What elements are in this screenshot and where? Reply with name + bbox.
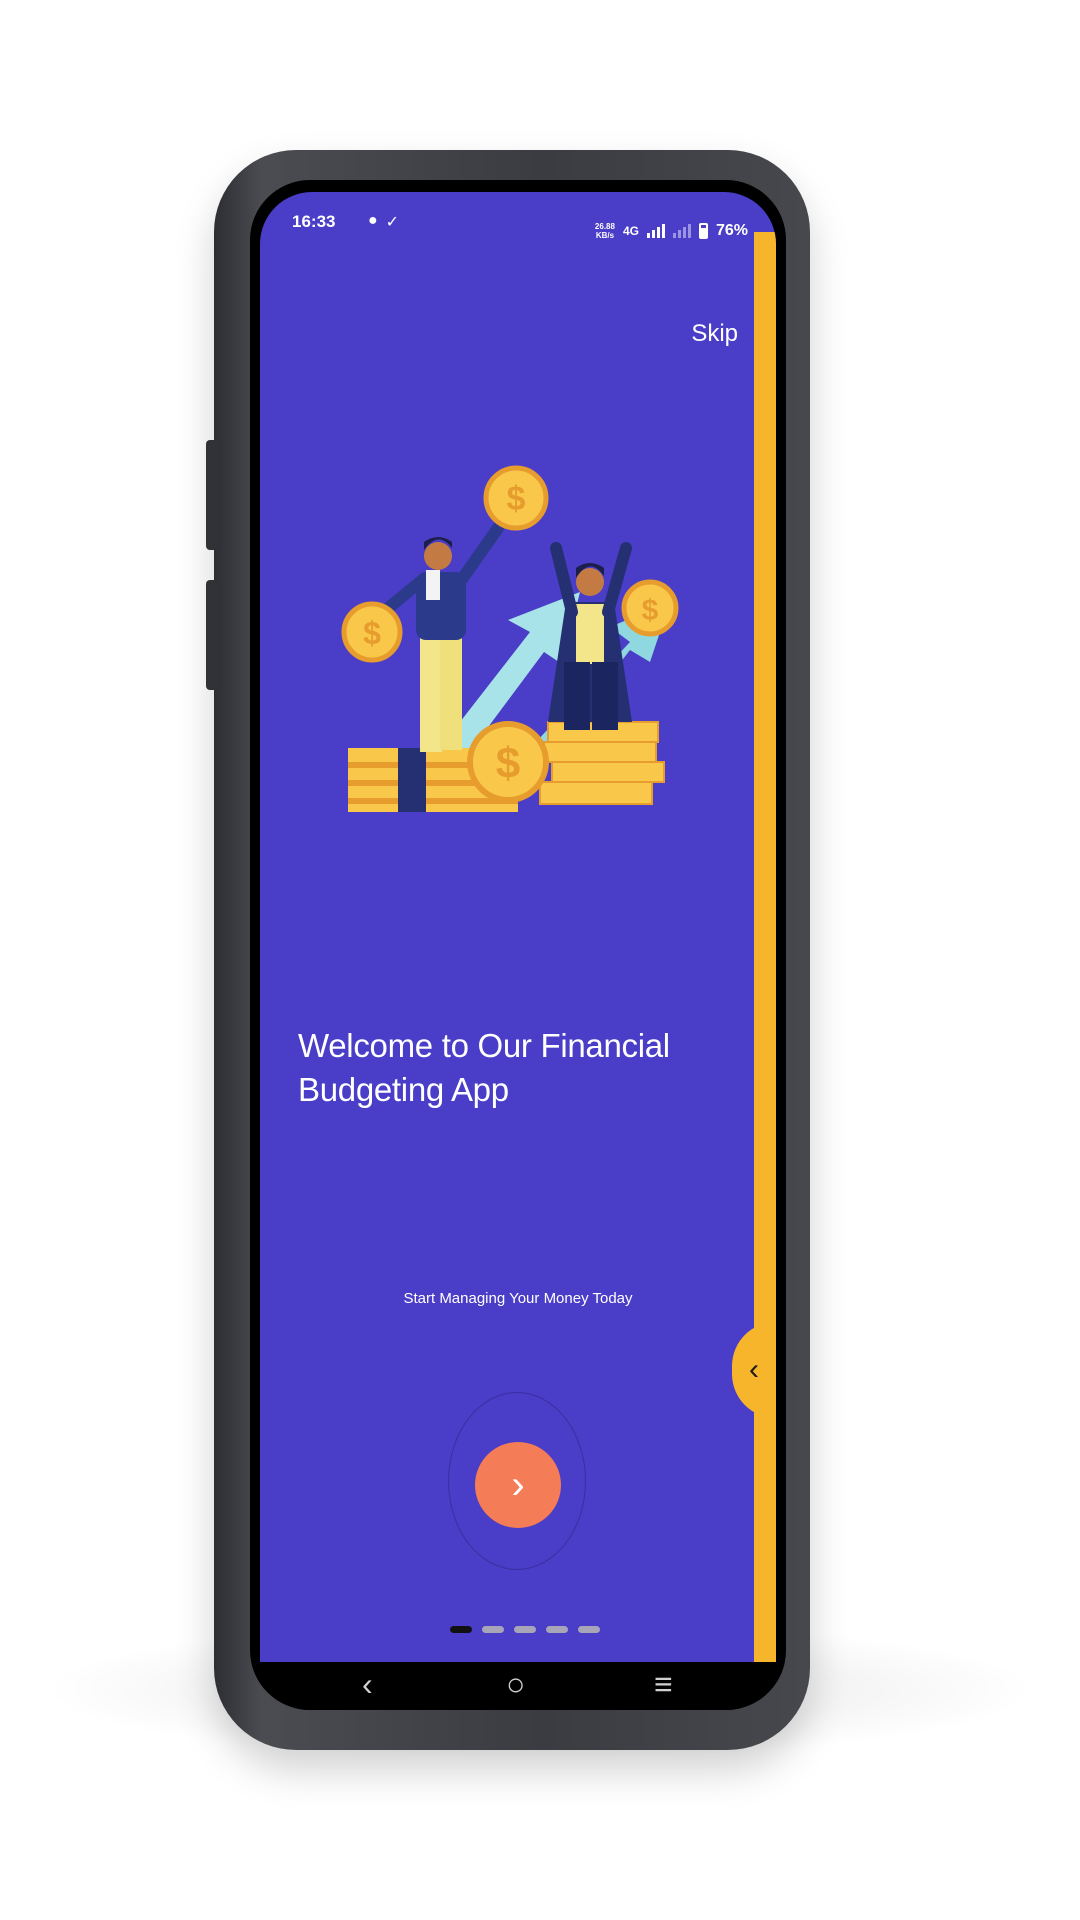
coin-right-symbol: $ [642, 594, 659, 627]
phone-frame: 16:33 ● ✓ 26.88 KB/s 4G 76% Skip $ $ $ $… [206, 150, 810, 1750]
welcome-subtitle: Start Managing Your Money Today [403, 1290, 633, 1307]
next-button[interactable]: › [475, 1442, 561, 1528]
accent-strip [754, 232, 776, 1662]
page-dot-1[interactable] [450, 1626, 472, 1633]
person-right [548, 542, 632, 730]
data-speed-unit: KB/s [595, 231, 615, 240]
signal-strength-icon [646, 224, 665, 238]
volume-down-button [206, 580, 218, 690]
signal-strength-sim2-icon [672, 224, 691, 238]
coin-right: $ [621, 579, 679, 637]
coin-left: $ [341, 601, 403, 663]
back-icon[interactable]: ‹ [362, 1666, 373, 1703]
recents-icon[interactable]: ≡ [654, 1666, 673, 1703]
onboarding-screen: 16:33 ● ✓ 26.88 KB/s 4G 76% Skip $ $ $ $… [260, 192, 776, 1662]
data-speed-value: 26.88 [594, 222, 615, 231]
download-check-icon: ✓ [385, 214, 400, 231]
welcome-title: Welcome to Our Financial Budgeting App [298, 1024, 718, 1112]
coin-top-symbol: $ [507, 480, 526, 518]
skip-button[interactable]: Skip [691, 320, 738, 348]
status-bar: 16:33 ● ✓ 26.88 KB/s 4G 76% [260, 192, 776, 262]
chevron-right-icon: › [511, 1462, 525, 1507]
chevron-left-icon: ‹ [749, 1353, 759, 1386]
page-indicator [450, 1626, 600, 1633]
chat-bubble-icon: ● [368, 212, 378, 229]
mockup-stage: 16:33 ● ✓ 26.88 KB/s 4G 76% Skip $ $ $ $… [0, 0, 1080, 1920]
data-speed: 26.88 KB/s [595, 222, 615, 240]
page-dot-4[interactable] [546, 1626, 568, 1633]
coin-top: $ [483, 465, 549, 531]
welcome-title-line1: Welcome to Our Financial [298, 1027, 670, 1064]
page-dot-2[interactable] [482, 1626, 504, 1633]
previous-tab-button[interactable]: ‹ [732, 1322, 776, 1418]
notification-icons: ● ✓ [368, 212, 399, 232]
status-time: 16:33 [292, 212, 336, 231]
status-indicators: 26.88 KB/s 4G 76% [595, 222, 748, 240]
home-icon[interactable]: ○ [506, 1666, 525, 1703]
network-type: 4G [622, 224, 639, 238]
volume-up-button [206, 440, 218, 550]
phone-bezel: 16:33 ● ✓ 26.88 KB/s 4G 76% Skip $ $ $ $… [250, 180, 786, 1710]
page-dot-5[interactable] [578, 1626, 600, 1633]
system-nav-bar: ‹ ○ ≡ [250, 1662, 786, 1710]
coin-left-symbol: $ [363, 615, 381, 651]
page-dot-3[interactable] [514, 1626, 536, 1633]
welcome-title-line2: Budgeting App [298, 1071, 509, 1108]
coin-stack-right [539, 721, 665, 805]
battery-icon [698, 223, 708, 239]
financial-growth-illustration: $ $ $ $ [341, 465, 679, 812]
coin-center-symbol: $ [496, 739, 520, 788]
coin-center: $ [467, 721, 549, 803]
battery-percent: 76% [715, 222, 748, 239]
